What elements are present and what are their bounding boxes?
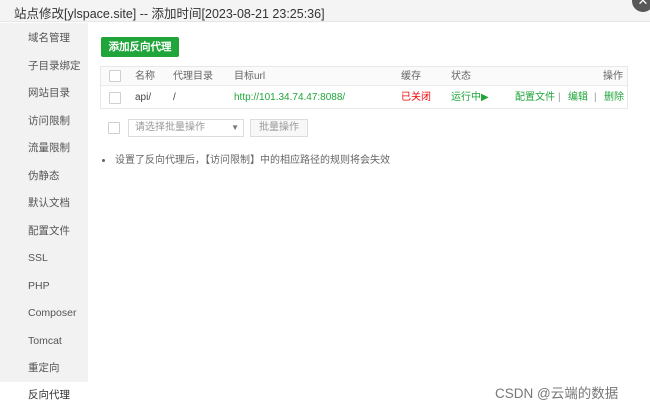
- watermark: CSDN @云端的数据: [495, 386, 619, 401]
- sidebar-item-redirect[interactable]: 重定向: [0, 355, 88, 382]
- header-cache: 缓存: [401, 71, 421, 82]
- batch-operation-button[interactable]: 批量操作: [250, 119, 308, 137]
- row-target-url[interactable]: http://101.34.74.47:8088/: [234, 87, 345, 109]
- header-proxy-dir: 代理目录: [173, 71, 213, 82]
- select-all-checkbox[interactable]: [109, 70, 121, 82]
- table-header: 名称 代理目录 目标url 缓存 状态 操作: [101, 67, 627, 86]
- sidebar-item-traffic-limit[interactable]: 流量限制: [0, 135, 88, 162]
- row-name: api/: [135, 92, 152, 103]
- window-title: 站点修改[ylspace.site] -- 添加时间[2023-08-21 23…: [14, 7, 325, 21]
- row-run-status[interactable]: 运行中▶: [451, 87, 489, 109]
- info-note-text: 设置了反向代理后，【访问限制】中的相应路径的规则将会失效: [115, 155, 390, 166]
- header-target-url: 目标url: [234, 71, 266, 82]
- sidebar-item-access-limit[interactable]: 访问限制: [0, 108, 88, 135]
- edit-link[interactable]: 编辑: [568, 87, 588, 109]
- batch-checkbox[interactable]: [108, 122, 120, 134]
- main-panel: 添加反向代理 名称 代理目录 目标url 缓存 状态 操作 api/ / htt…: [88, 23, 650, 408]
- row-cache-status[interactable]: 已关闭: [401, 87, 431, 109]
- sidebar-item-domain[interactable]: 域名管理: [0, 25, 88, 52]
- action-separator: |: [558, 92, 561, 103]
- sidebar-item-composer[interactable]: Composer: [0, 300, 88, 327]
- delete-link[interactable]: 删除: [604, 87, 624, 109]
- sidebar-item-php[interactable]: PHP: [0, 273, 88, 300]
- chevron-down-icon: ▼: [231, 123, 239, 132]
- sidebar-item-ssl[interactable]: SSL: [0, 245, 88, 272]
- sidebar-item-tomcat[interactable]: Tomcat: [0, 328, 88, 355]
- action-separator: |: [594, 92, 597, 103]
- window-titlebar: 站点修改[ylspace.site] -- 添加时间[2023-08-21 23…: [0, 0, 650, 22]
- sidebar-item-site-dir[interactable]: 网站目录: [0, 80, 88, 107]
- row-checkbox[interactable]: [109, 92, 121, 104]
- sidebar: 域名管理 子目录绑定 网站目录 访问限制 流量限制 伪静态 默认文档 配置文件 …: [0, 23, 88, 409]
- sidebar-item-subdir[interactable]: 子目录绑定: [0, 53, 88, 80]
- config-file-link[interactable]: 配置文件: [515, 87, 555, 109]
- batch-select-placeholder: 请选择批量操作: [135, 122, 205, 133]
- batch-operation-select[interactable]: 请选择批量操作 ▼: [128, 119, 244, 137]
- table-row: api/ / http://101.34.74.47:8088/ 已关闭 运行中…: [101, 87, 627, 109]
- header-name: 名称: [135, 71, 155, 82]
- sidebar-item-rewrite[interactable]: 伪静态: [0, 163, 88, 190]
- info-note: 设置了反向代理后，【访问限制】中的相应路径的规则将会失效: [102, 151, 390, 166]
- header-actions: 操作: [603, 71, 623, 82]
- header-status: 状态: [451, 71, 471, 82]
- row-proxy-dir: /: [173, 92, 176, 103]
- proxy-table: 名称 代理目录 目标url 缓存 状态 操作 api/ / http://101…: [100, 66, 628, 109]
- sidebar-item-config-file[interactable]: 配置文件: [0, 218, 88, 245]
- add-reverse-proxy-button[interactable]: 添加反向代理: [101, 37, 179, 57]
- bullet-icon: [102, 158, 105, 162]
- sidebar-item-default-doc[interactable]: 默认文档: [0, 190, 88, 217]
- sidebar-item-reverse-proxy[interactable]: 反向代理: [0, 382, 88, 409]
